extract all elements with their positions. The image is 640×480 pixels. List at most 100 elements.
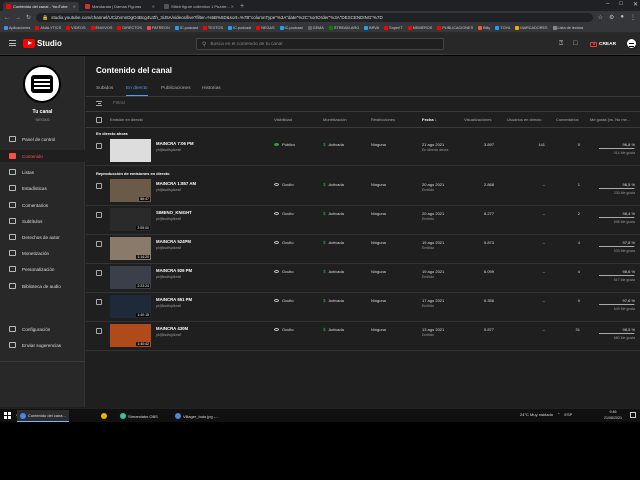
bookmark-item[interactable]: PATREON [146, 26, 170, 30]
sidebar-item-feedback[interactable]: Enviar sugerencias [0, 339, 85, 351]
bookmark-item[interactable]: ANALYTICS [35, 26, 61, 30]
video-thumbnail[interactable]: 2:55:00 [110, 208, 151, 231]
bookmark-item[interactable]: TEXTOS [202, 26, 223, 30]
col-restrictions[interactable]: Restricciones [371, 117, 395, 122]
language-text[interactable]: ESP [564, 412, 572, 417]
select-all-checkbox[interactable] [96, 117, 102, 123]
row-checkbox[interactable] [96, 143, 102, 149]
filter-input[interactable] [113, 99, 413, 108]
sidebar-item-subtitles[interactable]: Subtítulos [0, 215, 85, 227]
stream-title[interactable]: MAINCRA 524PM [156, 239, 191, 244]
extensions-icon[interactable]: ⚙ [609, 14, 614, 21]
tab-subidos[interactable]: Subidos [96, 86, 113, 96]
taskbar-app[interactable]: Streamlabs OBS [117, 410, 161, 422]
row-checkbox[interactable] [96, 183, 102, 189]
video-thumbnail[interactable] [110, 139, 151, 162]
minimize-icon[interactable]: – [606, 1, 609, 8]
browser-tab[interactable]: Contenido del canal - YouTube ✕ [3, 2, 79, 11]
stream-title[interactable]: MAINCRA 926 PM [156, 268, 192, 273]
video-thumbnail[interactable]: 1:14:20 [110, 237, 151, 260]
bookmark-item[interactable]: TOYA [495, 26, 510, 30]
row-checkbox[interactable] [96, 241, 102, 247]
table-row[interactable]: 2:55:00 SIMENO_KNIGHT pkfjfksdfsjdkesfl Ocu… [86, 207, 640, 235]
bookmark-item[interactable]: Super!T [384, 26, 403, 30]
sidebar-item-dashboard[interactable]: Panel de control [0, 133, 85, 145]
sidebar-item-comments[interactable]: Comentarios [0, 199, 85, 211]
stream-title[interactable]: SIMENO_KNIGHT [156, 210, 192, 215]
col-visibility[interactable]: Visibilidad [274, 117, 292, 122]
account-avatar[interactable] [626, 38, 637, 49]
bookmark-item[interactable]: NEGAS [256, 26, 275, 30]
tab-publicaciones[interactable]: Publicaciones [161, 86, 191, 96]
url-field[interactable]: 🔒 studio.youtube.com/channel/UCiZvmnDgO4B… [36, 13, 593, 22]
row-checkbox[interactable] [96, 328, 102, 334]
stream-title[interactable]: MAINCRA 1:857 AM [156, 181, 196, 186]
col-comments[interactable]: Comentarios [556, 117, 579, 122]
sidebar-item-audio-library[interactable]: Biblioteca de audio [0, 280, 85, 292]
bookmark-item[interactable]: IC.podcast [228, 26, 251, 30]
reload-icon[interactable]: ↻ [26, 14, 31, 21]
table-row[interactable]: 1:14:20 MAINCRA 524PM pkfjfksdfsjdkesfl Ocu… [86, 236, 640, 264]
close-icon[interactable]: ✕ [633, 1, 638, 8]
menu-icon[interactable]: ⋮ [630, 14, 636, 21]
bookmark-item[interactable]: Bitly [478, 26, 490, 30]
visibility-cell[interactable]: Oculto [274, 327, 294, 332]
bookmark-item[interactable]: VIDEOS [66, 26, 86, 30]
bookmark-item[interactable]: GEMA [307, 26, 324, 30]
sidebar-item-customization[interactable]: Personalización [0, 263, 85, 275]
create-button[interactable]: CREAR [590, 39, 616, 49]
bookmark-item[interactable]: Aplicaciones [4, 26, 30, 30]
bookmark-item[interactable]: BRVA [364, 26, 379, 30]
forward-icon[interactable]: → [15, 15, 21, 21]
search-box[interactable]: ⚲ [196, 38, 444, 50]
youtube-logo-icon[interactable] [23, 39, 35, 48]
windows-start-icon[interactable] [4, 412, 11, 419]
tab-historias[interactable]: Historias [202, 86, 221, 96]
sidebar-item-content[interactable]: Contenido [0, 150, 85, 162]
browser-tab[interactable]: Stitch figure collection 1 Puzzle... ✕ [161, 2, 237, 11]
help-icon[interactable]: ⍰ [559, 40, 563, 48]
tab-close-icon[interactable]: ✕ [231, 4, 234, 9]
bookmark-item[interactable]: MEMEROS [407, 26, 432, 30]
clock[interactable]: 9:46 21/08/2021 [604, 410, 622, 421]
table-row[interactable]: 1:40:15 MAINCRA 851 PM pkfjfksdfsjdkesfl Oc… [86, 294, 640, 322]
bookmark-item[interactable]: ENVIVOS [90, 26, 112, 30]
row-checkbox[interactable] [96, 212, 102, 218]
table-row[interactable]: 1:40:42 MAINCRA 430M pkfjfksdfsjdkesfl Ocul… [86, 323, 640, 351]
notifications-icon[interactable] [630, 412, 636, 418]
new-tab-button[interactable]: + [240, 2, 244, 11]
sidebar-item-playlist[interactable]: Listas [0, 166, 85, 178]
video-thumbnail[interactable]: 2:23:24 [110, 266, 151, 289]
tab-close-icon[interactable]: ✕ [73, 4, 76, 9]
star-icon[interactable]: ☆ [598, 14, 603, 21]
hamburger-menu-icon[interactable] [9, 40, 16, 46]
row-checkbox[interactable] [96, 270, 102, 276]
bookmark-item[interactable]: MARCADORES [515, 26, 548, 30]
channel-avatar[interactable] [23, 65, 61, 103]
back-icon[interactable]: ← [4, 15, 10, 21]
stream-title[interactable]: MAINCRA 430M [156, 326, 188, 331]
sidebar-item-settings[interactable]: Configuración [0, 323, 85, 335]
stream-title[interactable]: MAINCRA 851 PM [156, 297, 192, 302]
taskbar-app[interactable] [98, 410, 110, 422]
bookmark-item[interactable]: STREAM-ARG [328, 26, 359, 30]
table-row[interactable]: MAINCRA 7:06 PM pkfjfksdfsjdkesfl Público $… [86, 138, 640, 166]
sidebar-item-copyright[interactable]: Derechos de autor [0, 231, 85, 243]
col-stream[interactable]: Emisión en directo [110, 117, 143, 122]
visibility-cell[interactable]: Oculto [274, 298, 294, 303]
visibility-cell[interactable]: Público [274, 142, 295, 147]
sidebar-item-monetization[interactable]: Monetización [0, 247, 85, 259]
taskbar-app[interactable]: Villager_todo.jpg -... [172, 410, 222, 422]
video-thumbnail[interactable]: 1:40:42 [110, 324, 151, 347]
col-views[interactable]: Visualizaciones [464, 117, 492, 122]
col-live-users[interactable]: Usuarios en directo [507, 117, 541, 122]
bookmark-item[interactable]: Lista de lectura [552, 26, 583, 30]
maximize-icon[interactable]: □ [619, 1, 623, 8]
browser-tab[interactable]: Mandarala | Damas Figuras ✕ [82, 2, 158, 11]
tab-close-icon[interactable]: ✕ [152, 4, 155, 9]
visibility-cell[interactable]: Oculto [274, 269, 294, 274]
bookmark-item[interactable]: PUBLICACIONES [437, 26, 473, 30]
weather-text[interactable]: 24°C Muy nublado [520, 412, 553, 417]
visibility-cell[interactable]: Oculto [274, 211, 294, 216]
bookmark-item[interactable]: IC.podcast [279, 26, 303, 30]
